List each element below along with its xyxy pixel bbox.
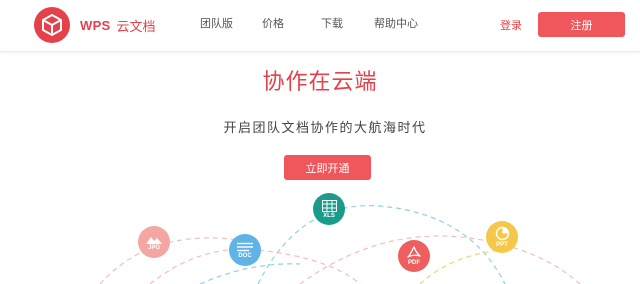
brand-name[interactable]: WPS 云文档	[80, 14, 156, 36]
jpg-label: JPG	[147, 244, 160, 251]
ppt-file-icon: PPT	[486, 221, 518, 253]
xls-file-icon: XLS	[313, 193, 345, 225]
nav-link-help[interactable]: 帮助中心	[374, 15, 418, 31]
hero-title: 协作在云端	[262, 70, 378, 95]
nav-link-team[interactable]: 团队版	[200, 15, 233, 31]
hero-subtitle: 开启团队文档协作的大航海时代	[223, 121, 427, 136]
pie-chart-icon	[495, 226, 509, 241]
activate-now-button[interactable]: 立即开通	[284, 155, 371, 180]
doc-label: DOC	[238, 252, 252, 259]
brand-name-cn: 云文档	[116, 19, 156, 35]
nav-link-price[interactable]: 价格	[262, 15, 284, 31]
wps-logo-icon[interactable]	[34, 7, 70, 43]
jpg-file-icon: JPG	[138, 226, 170, 258]
pdf-label: PDF	[408, 260, 420, 266]
spreadsheet-icon	[321, 199, 337, 212]
brand-name-en: WPS	[80, 17, 111, 33]
acrobat-icon	[407, 246, 421, 258]
register-button[interactable]: 注册	[538, 12, 625, 37]
xls-label: XLS	[323, 212, 335, 219]
top-navbar: WPS 云文档 团队版 价格 下载 帮助中心 登录 注册	[0, 0, 640, 52]
text-lines-icon	[237, 242, 253, 251]
pdf-file-icon: PDF	[398, 240, 430, 272]
login-link[interactable]: 登录	[500, 17, 522, 33]
ppt-label: PPT	[496, 242, 508, 248]
doc-file-icon: DOC	[229, 234, 261, 266]
nav-link-download[interactable]: 下载	[321, 15, 343, 31]
image-icon	[146, 236, 162, 244]
